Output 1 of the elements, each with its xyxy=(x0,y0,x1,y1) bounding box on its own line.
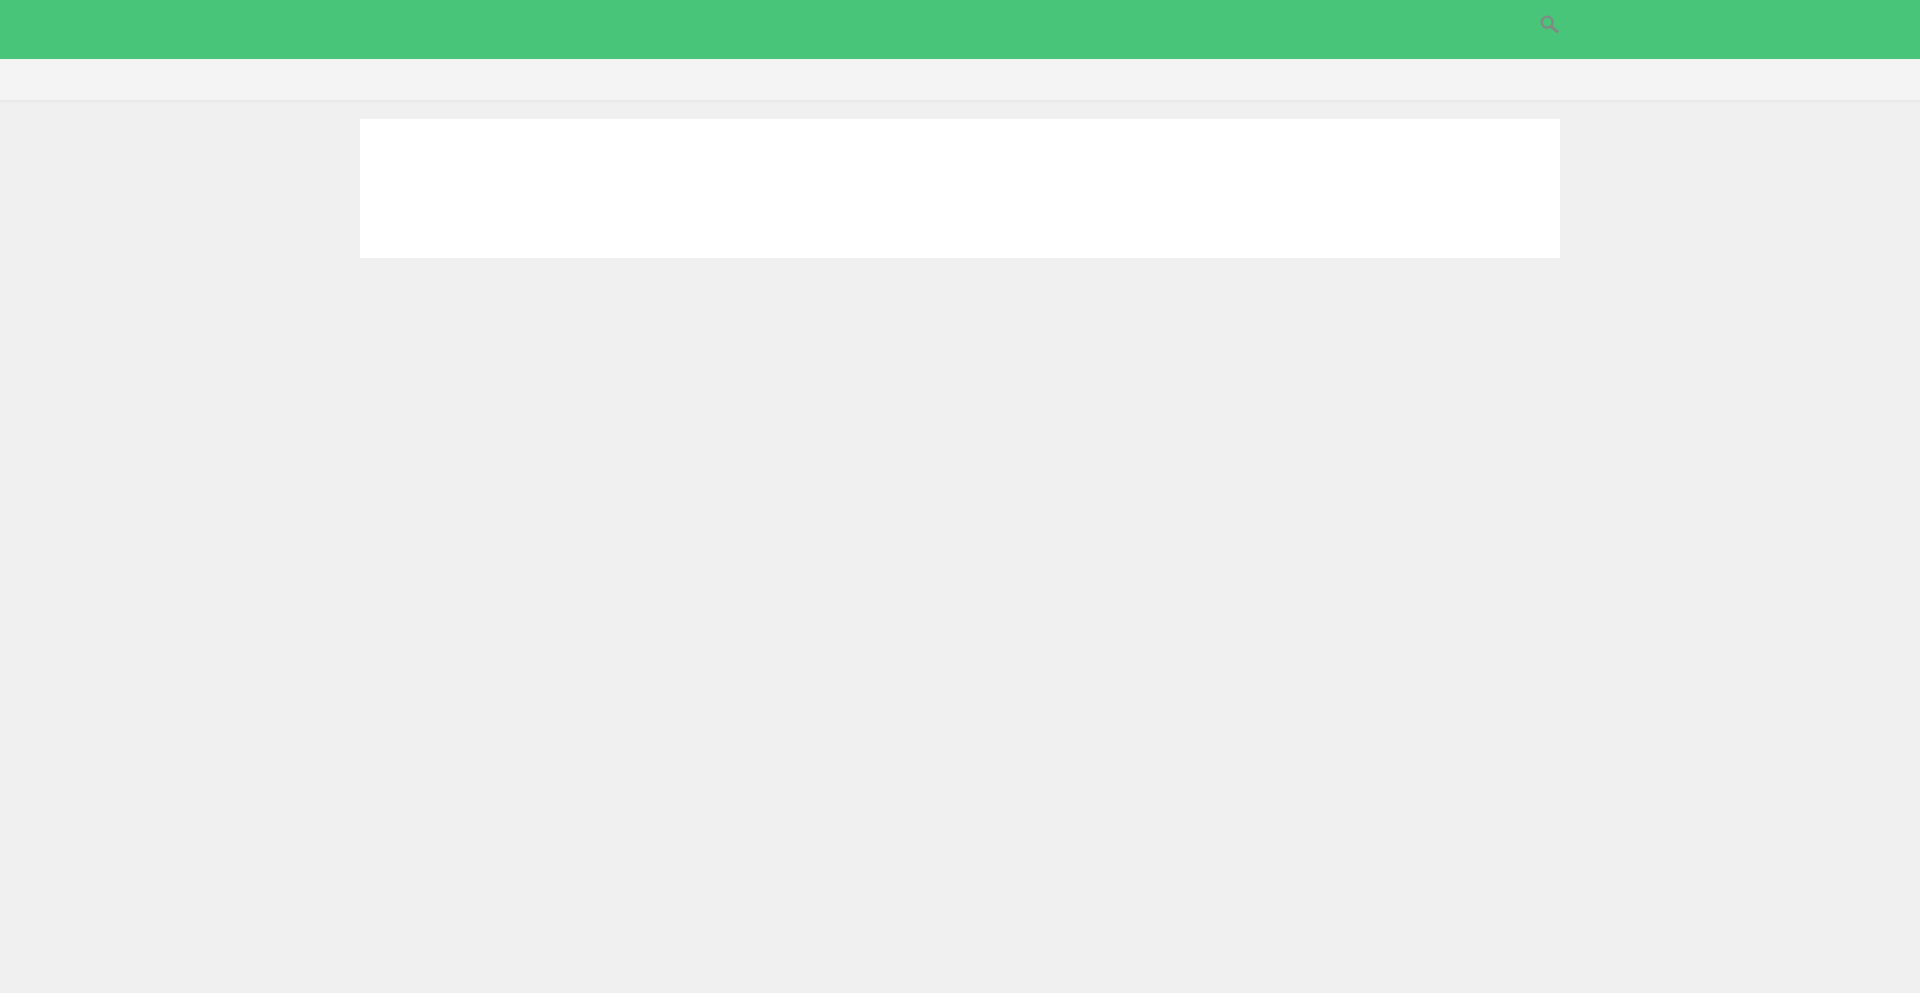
search-icon[interactable] xyxy=(1540,15,1559,33)
